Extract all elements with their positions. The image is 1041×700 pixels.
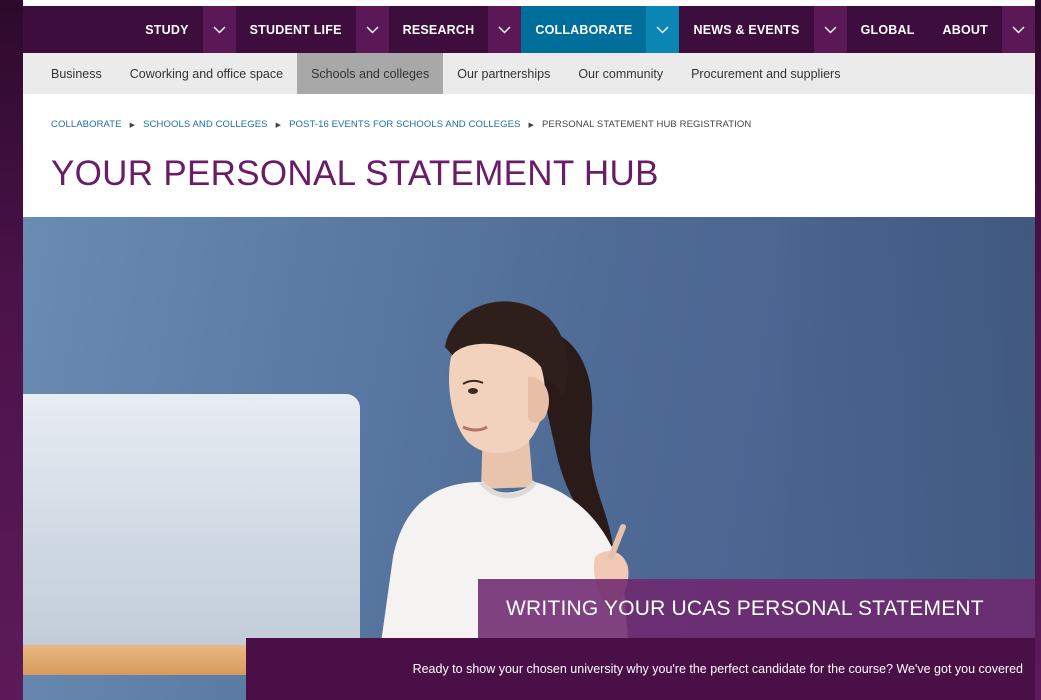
chevron-down-icon (1012, 26, 1025, 33)
hero-caption-title: WRITING YOUR UCAS PERSONAL STATEMENT (478, 579, 1035, 638)
nav-item-news-events[interactable]: NEWS & EVENTS (679, 6, 813, 53)
page: STUDY STUDENT LIFE RESEARCH COLLABORATE … (23, 0, 1035, 700)
nav-item-study[interactable]: STUDY (131, 6, 202, 53)
triangle-right-icon: ▶ (275, 121, 282, 129)
breadcrumb-link-schools-colleges[interactable]: SCHOOLS AND COLLEGES (143, 119, 267, 130)
nav-item-research[interactable]: RESEARCH (389, 6, 489, 53)
subnav-item-schools-colleges[interactable]: Schools and colleges (297, 53, 444, 94)
nav-research-dropdown-toggle[interactable] (488, 6, 522, 53)
subnav-item-partnerships[interactable]: Our partnerships (443, 53, 564, 94)
nav-collaborate-dropdown-toggle[interactable] (646, 6, 680, 53)
subnav-item-community[interactable]: Our community (564, 53, 677, 94)
section-subnavigation: Business Coworking and office space Scho… (23, 53, 1035, 94)
nav-item-about[interactable]: ABOUT (929, 6, 1002, 53)
chevron-down-icon (824, 26, 837, 33)
breadcrumb: COLLABORATE ▶ SCHOOLS AND COLLEGES ▶ POS… (51, 119, 751, 130)
triangle-right-icon: ▶ (129, 121, 136, 129)
chevron-down-icon (498, 26, 511, 33)
laptop-image (23, 394, 360, 649)
chevron-down-icon (366, 26, 379, 33)
subnav-item-business[interactable]: Business (37, 53, 116, 94)
breadcrumb-link-collaborate[interactable]: COLLABORATE (51, 119, 122, 130)
nav-study-dropdown-toggle[interactable] (202, 6, 236, 53)
breadcrumb-current: PERSONAL STATEMENT HUB REGISTRATION (542, 119, 752, 130)
chevron-down-icon (213, 26, 226, 33)
hero-banner: WRITING YOUR UCAS PERSONAL STATEMENT Rea… (23, 217, 1035, 700)
nav-news-events-dropdown-toggle[interactable] (813, 6, 847, 53)
nav-about-dropdown-toggle[interactable] (1002, 6, 1035, 53)
triangle-right-icon: ▶ (528, 121, 534, 129)
nav-item-global[interactable]: GLOBAL (847, 6, 929, 53)
chevron-down-icon (656, 26, 669, 33)
page-title: YOUR PERSONAL STATEMENT HUB (51, 154, 659, 193)
subnav-item-procurement[interactable]: Procurement and suppliers (677, 53, 854, 94)
hero-caption-text: Ready to show your chosen university why… (246, 638, 1035, 700)
nav-item-student-life[interactable]: STUDENT LIFE (236, 6, 356, 53)
breadcrumb-link-post16-events[interactable]: POST-16 EVENTS FOR SCHOOLS AND COLLEGES (289, 119, 520, 130)
nav-student-life-dropdown-toggle[interactable] (355, 6, 389, 53)
subnav-item-coworking[interactable]: Coworking and office space (116, 53, 297, 94)
nav-item-collaborate[interactable]: COLLABORATE (521, 6, 647, 53)
main-navigation: STUDY STUDENT LIFE RESEARCH COLLABORATE … (23, 0, 1035, 53)
